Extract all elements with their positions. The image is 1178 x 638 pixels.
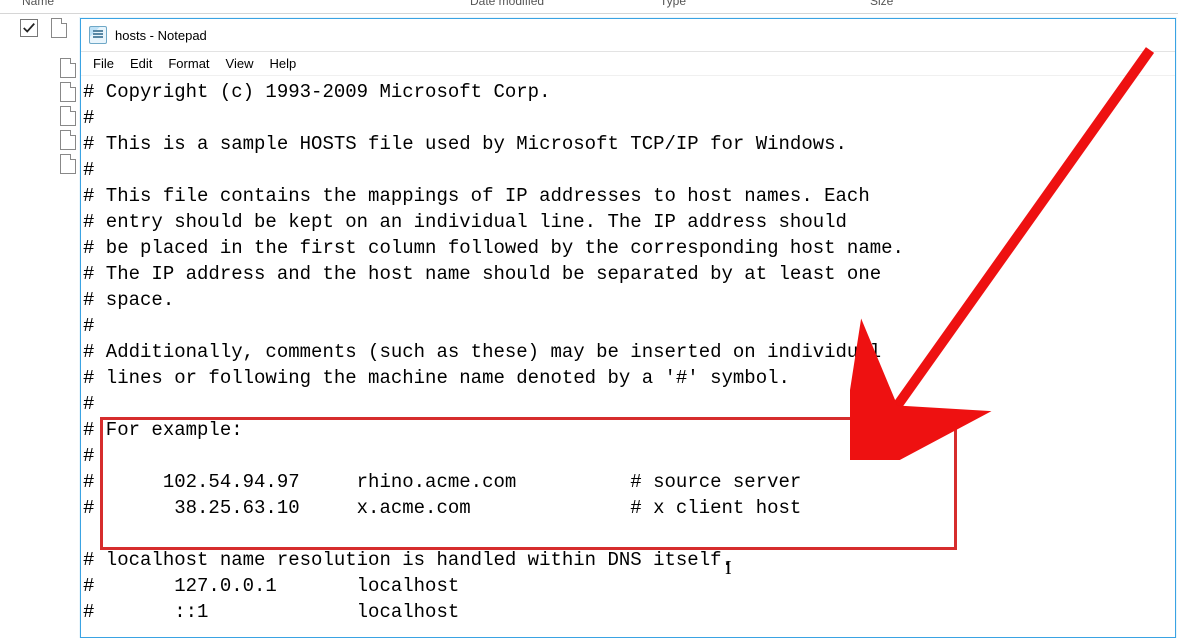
menu-format[interactable]: Format [160,54,217,73]
editor-line: # lines or following the machine name de… [83,365,1173,391]
text-editor-area[interactable]: # Copyright (c) 1993-2009 Microsoft Corp… [81,77,1175,637]
file-icon[interactable] [60,130,76,150]
editor-line: # be placed in the first column followed… [83,235,1173,261]
col-date[interactable]: Date modified [470,0,544,8]
menu-help[interactable]: Help [261,54,304,73]
titlebar[interactable]: hosts - Notepad [81,19,1175,52]
notepad-app-icon [89,26,107,44]
menu-view[interactable]: View [218,54,262,73]
col-type[interactable]: Type [660,0,686,8]
editor-line: # Copyright (c) 1993-2009 Microsoft Corp… [83,79,1173,105]
editor-line: # The IP address and the host name shoul… [83,261,1173,287]
file-icon[interactable] [60,82,76,102]
explorer-column-header: Name Date modified Type Size [0,0,1178,14]
file-icon[interactable] [60,154,76,174]
editor-line: # [83,105,1173,131]
editor-line: # [83,313,1173,339]
editor-line: # localhost name resolution is handled w… [83,547,1173,573]
editor-line: # 102.54.94.97 rhino.acme.com # source s… [83,469,1173,495]
notepad-window: hosts - Notepad File Edit Format View He… [80,18,1176,638]
editor-line: # ::1 localhost [83,599,1173,625]
editor-line: # This is a sample HOSTS file used by Mi… [83,131,1173,157]
editor-line: # 127.0.0.1 localhost [83,573,1173,599]
file-icon[interactable] [60,106,76,126]
editor-line: # [83,157,1173,183]
file-icon [51,18,67,38]
editor-line: # space. [83,287,1173,313]
editor-line: # Additionally, comments (such as these)… [83,339,1173,365]
explorer-left-strip [0,14,80,42]
window-title: hosts - Notepad [115,28,207,43]
editor-line: # This file contains the mappings of IP … [83,183,1173,209]
editor-line: # [83,391,1173,417]
editor-line [83,521,1173,547]
editor-line: # entry should be kept on an individual … [83,209,1173,235]
select-all-checkbox[interactable] [20,19,38,37]
col-name[interactable]: Name [22,0,54,8]
editor-line: # [83,443,1173,469]
menubar: File Edit Format View Help [81,52,1175,76]
editor-line: # For example: [83,417,1173,443]
file-icon[interactable] [60,58,76,78]
editor-line: # 38.25.63.10 x.acme.com # x client host [83,495,1173,521]
col-size[interactable]: Size [870,0,893,8]
menu-edit[interactable]: Edit [122,54,160,73]
menu-file[interactable]: File [85,54,122,73]
